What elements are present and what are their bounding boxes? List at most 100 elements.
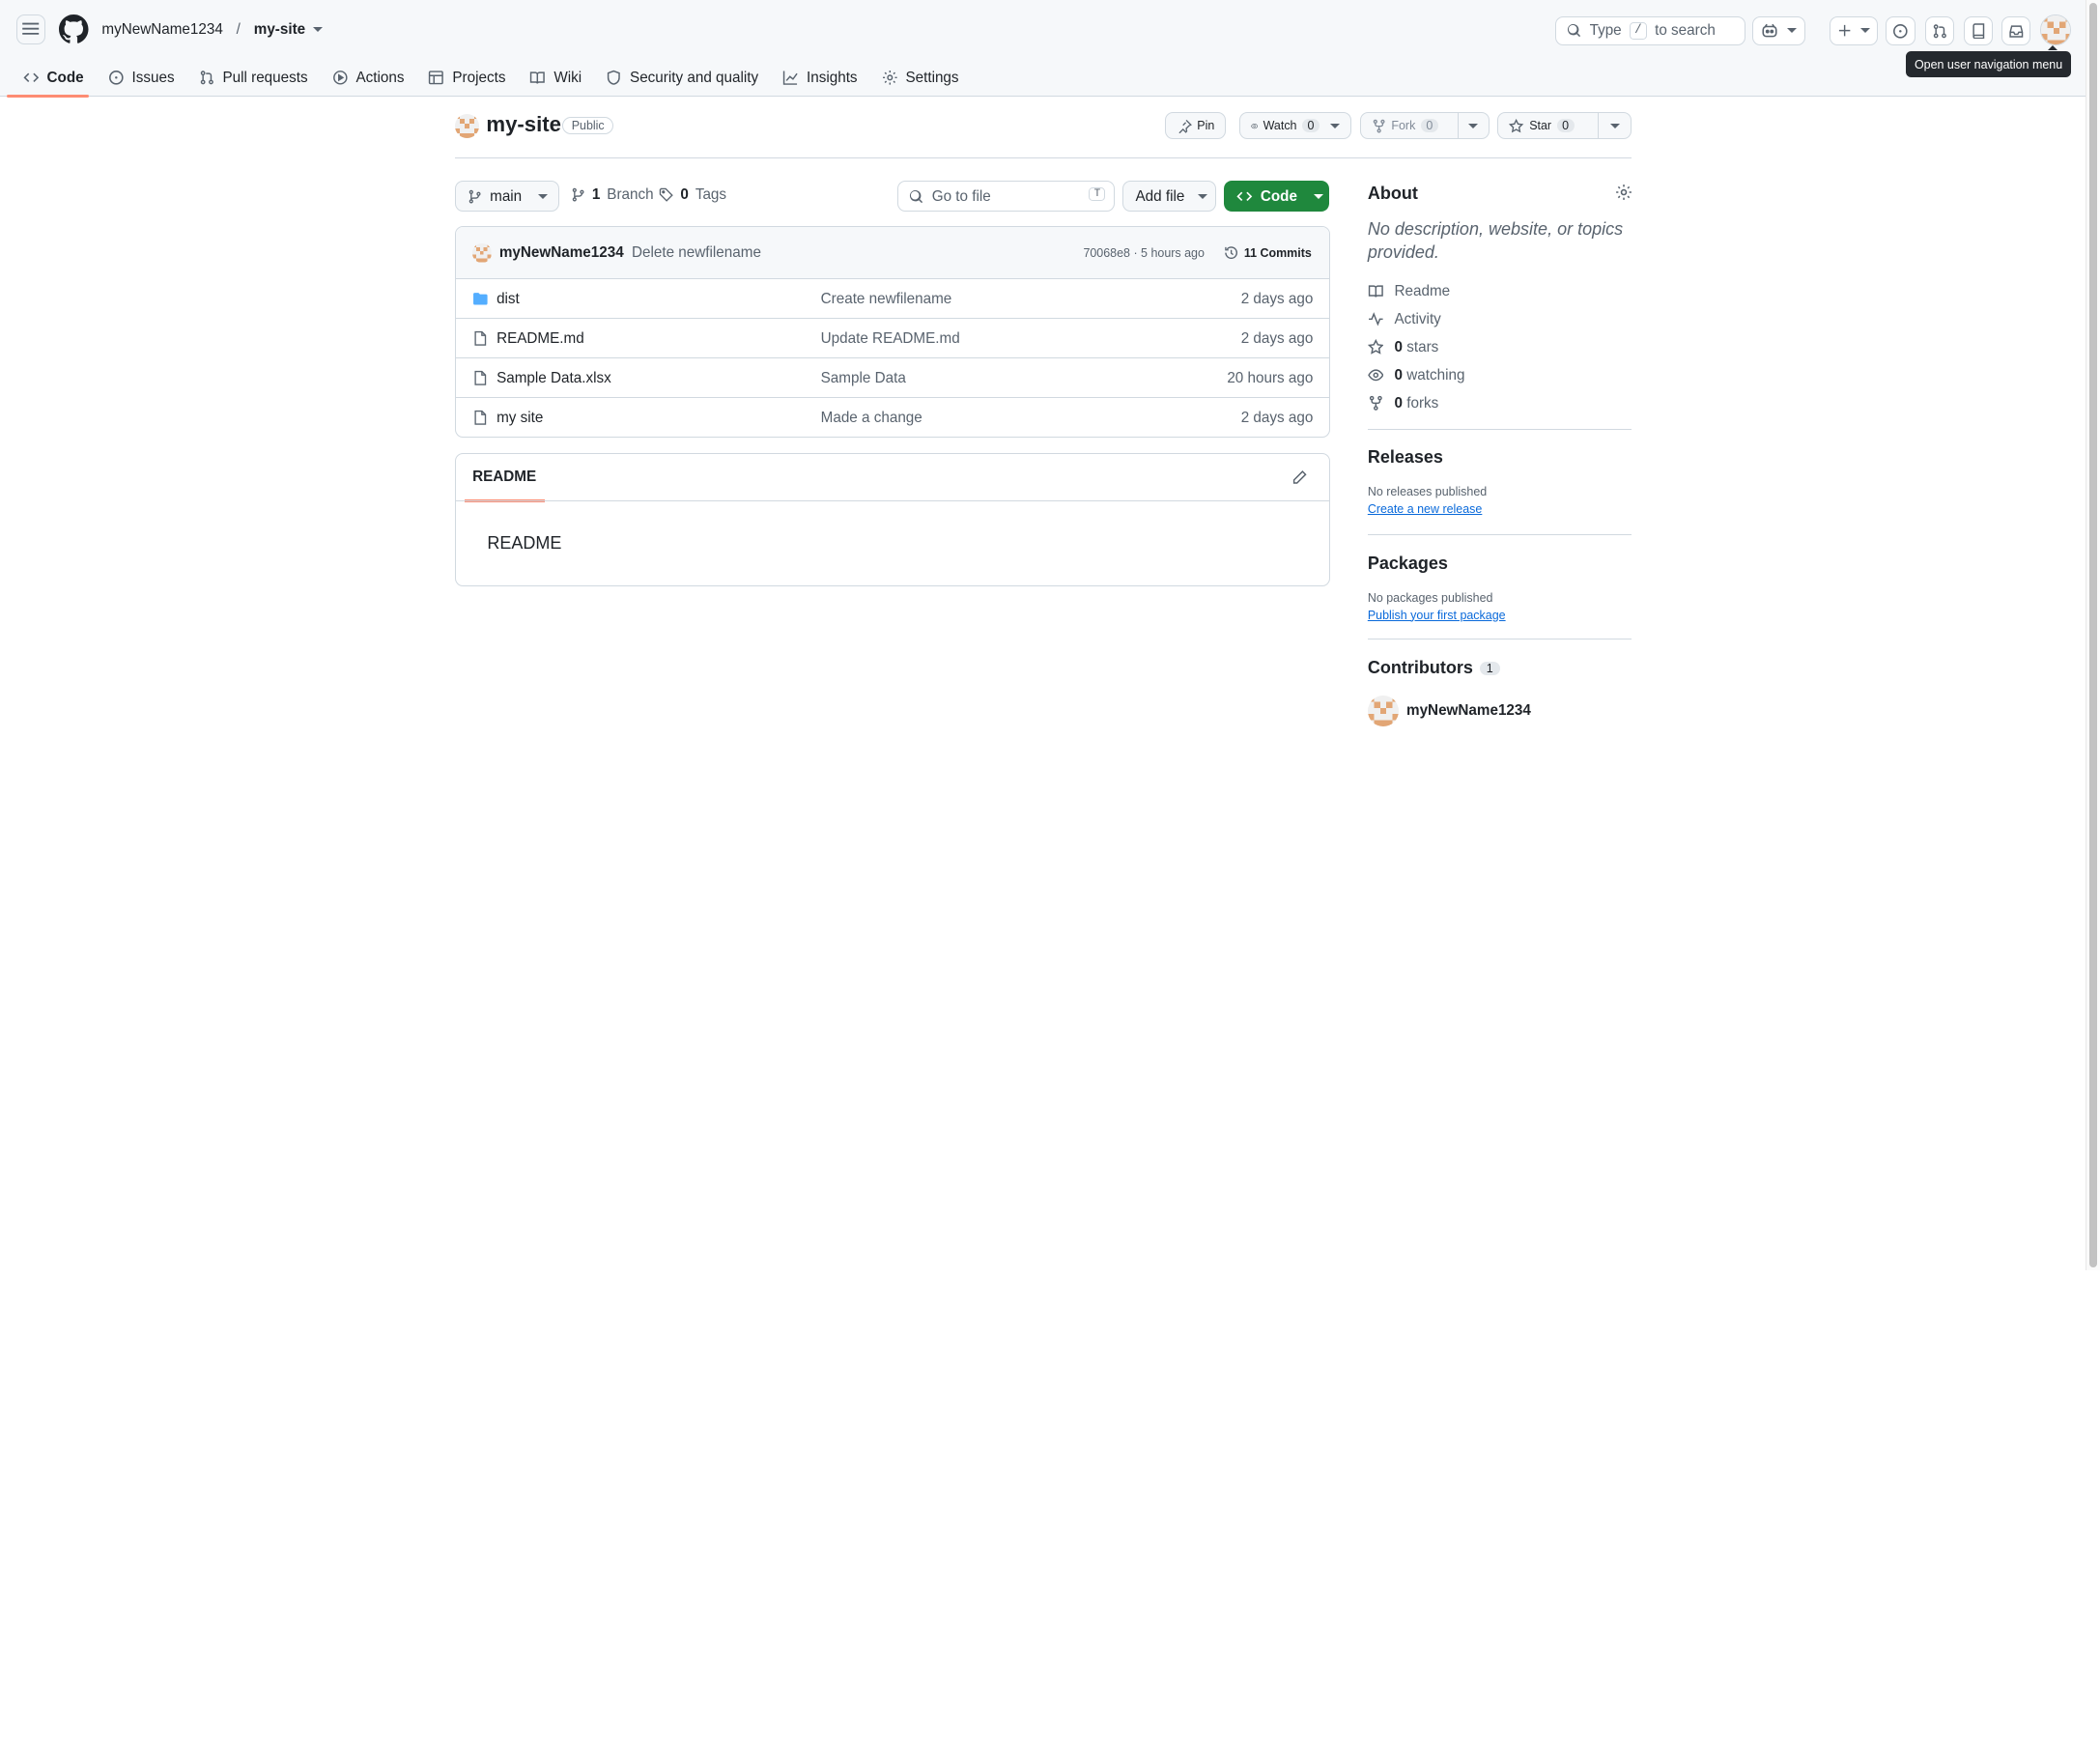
go-to-file-input[interactable]: Go to file T (897, 181, 1115, 213)
tab-settings[interactable]: Settings (869, 59, 971, 97)
page-scrollbar[interactable] (2086, 0, 2100, 1270)
branches-link[interactable]: 1 Branch (571, 186, 654, 203)
contributor-name: myNewName1234 (1406, 702, 1531, 720)
contributor-item[interactable]: myNewName1234 (1367, 695, 1531, 726)
releases-heading[interactable]: Releases (1368, 447, 1443, 468)
search-shortcut-key: / (1629, 22, 1647, 40)
watch-button[interactable]: Watch 0 (1238, 112, 1352, 140)
github-repo-page: myNewName1234 / my-site Type / to search (0, 0, 2100, 1270)
add-file-button[interactable]: Add file (1122, 181, 1217, 213)
commit-author[interactable]: myNewName1234 (499, 244, 624, 261)
branch-name: main (490, 187, 523, 205)
fork-button[interactable]: Fork 0 (1359, 112, 1460, 140)
tab-security[interactable]: Security and quality (594, 59, 771, 97)
commit-author-avatar[interactable] (472, 243, 492, 263)
tab-issues[interactable]: Issues (96, 59, 186, 97)
stars-link[interactable]: 0 stars (1367, 338, 1439, 355)
star-count: 0 (1556, 119, 1575, 133)
readme-tab[interactable]: README (464, 469, 544, 503)
releases-empty-text: No releases published (1367, 484, 1488, 498)
file-icon (474, 330, 487, 346)
pencil-icon[interactable] (1291, 469, 1308, 486)
commit-hash-time[interactable]: 70068e8 · 5 hours ago (1083, 246, 1204, 260)
hamburger-menu-button[interactable] (15, 14, 46, 44)
watching-label: watching (1406, 366, 1465, 384)
file-commit-message[interactable]: Update README.md (821, 330, 960, 347)
commit-message[interactable]: Delete newfilename (632, 244, 761, 261)
tab-insights[interactable]: Insights (771, 59, 869, 97)
tags-count: 0 (680, 185, 689, 203)
tab-code[interactable]: Code (0, 59, 96, 99)
notifications-button[interactable] (2001, 15, 2031, 46)
create-release-link[interactable]: Create a new release (1368, 502, 1483, 516)
packages-heading[interactable]: Packages (1368, 554, 1448, 574)
readme-link[interactable]: Readme (1368, 283, 1450, 299)
watching-link[interactable]: 0 watching (1368, 366, 1465, 384)
eye-icon (1250, 123, 1258, 128)
file-commit-message[interactable]: Made a change (821, 410, 922, 426)
global-search-input[interactable]: Type / to search (1554, 15, 1745, 46)
branches-label: Branch (607, 185, 654, 203)
repositories-button[interactable] (1963, 15, 1994, 46)
branch-selector[interactable]: main (455, 181, 559, 213)
tab-pull-requests[interactable]: Pull requests (186, 59, 320, 97)
tab-actions[interactable]: Actions (320, 59, 416, 97)
fork-dropdown-button[interactable] (1457, 112, 1490, 140)
repo-icon (1972, 22, 1985, 39)
file-row[interactable]: Sample Data.xlsx Sample Data 20 hours ag… (456, 358, 1329, 399)
page-title[interactable]: my-site (486, 112, 561, 137)
issues-button[interactable] (1886, 15, 1916, 46)
user-avatar[interactable] (2039, 14, 2071, 46)
gear-icon[interactable] (1615, 184, 1632, 201)
file-age: 2 days ago (1240, 410, 1314, 427)
forks-label: forks (1406, 395, 1439, 412)
scrollbar-thumb[interactable] (2088, 2, 2098, 1267)
tab-label: Security and quality (630, 69, 759, 86)
file-commit-message[interactable]: Sample Data (821, 370, 906, 386)
star-chevron-down-icon (1609, 123, 1620, 128)
file-name[interactable]: my site (497, 410, 543, 426)
tab-projects[interactable]: Projects (416, 59, 518, 97)
identicon-icon (1367, 695, 1399, 726)
pin-button[interactable]: Pin (1165, 112, 1227, 140)
owner-link[interactable]: myNewName1234 (101, 21, 222, 38)
pin-icon (1178, 119, 1192, 133)
repo-link[interactable]: my-site (254, 21, 305, 38)
star-list-dropdown-button[interactable] (1598, 112, 1632, 140)
watch-label: Watch (1263, 119, 1297, 133)
github-logo-icon[interactable] (59, 14, 89, 44)
commits-link[interactable]: 11 Commits (1224, 245, 1312, 260)
file-name[interactable]: README.md (497, 330, 584, 347)
tab-label: Pull requests (222, 69, 308, 86)
file-row[interactable]: my site Made a change 2 days ago (456, 398, 1329, 437)
stars-label: stars (1406, 338, 1439, 355)
publish-package-link[interactable]: Publish your first package (1368, 609, 1506, 622)
file-commit-message[interactable]: Create newfilename (821, 291, 952, 307)
latest-commit-bar: myNewName1234 Delete newfilename 70068e8… (456, 227, 1329, 280)
pull-requests-button[interactable] (1924, 15, 1955, 46)
forks-link[interactable]: 0 forks (1368, 395, 1438, 412)
tags-link[interactable]: 0 Tags (659, 186, 726, 203)
tab-wiki[interactable]: Wiki (518, 59, 594, 97)
repo-owner-avatar[interactable] (455, 113, 480, 138)
eye-icon (1368, 369, 1384, 382)
go-to-file-shortcut: T (1089, 186, 1106, 201)
repo-switcher-chevron-down-icon[interactable] (313, 27, 324, 32)
file-name[interactable]: Sample Data.xlsx (497, 370, 611, 386)
about-heading: About (1367, 183, 1418, 203)
global-header: myNewName1234 / my-site Type / to search (0, 0, 2086, 99)
create-new-button[interactable] (1830, 15, 1879, 46)
divider (456, 500, 1329, 501)
file-row[interactable]: README.md Update README.md 2 days ago (456, 319, 1329, 359)
copilot-chevron-down-icon (1786, 28, 1797, 33)
activity-link[interactable]: Activity (1368, 311, 1441, 327)
contributors-heading[interactable]: Contributors 1 (1368, 658, 1500, 678)
identicon-icon (472, 243, 492, 263)
tab-label: Code (46, 69, 84, 86)
file-row[interactable]: dist Create newfilename 2 days ago (456, 279, 1329, 320)
code-dropdown-button[interactable]: Code (1224, 181, 1329, 213)
copilot-button[interactable] (1751, 15, 1806, 46)
about-description: No description, website, or topics provi… (1367, 219, 1624, 262)
star-button[interactable]: Star 0 (1497, 112, 1600, 140)
file-name[interactable]: dist (497, 291, 520, 307)
